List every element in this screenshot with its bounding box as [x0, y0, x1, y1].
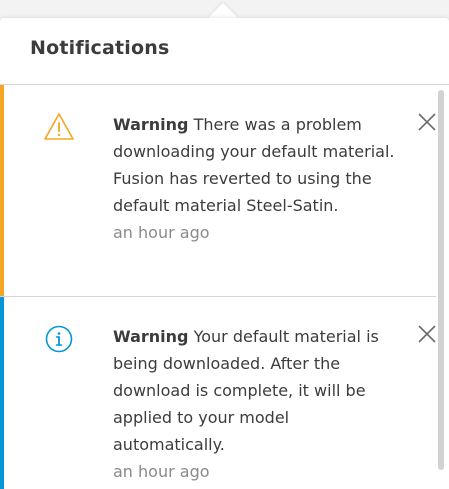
notification-message: Your default material is being downloade…: [113, 327, 379, 454]
notification-item-info: Warning Your default material is being d…: [0, 297, 436, 489]
warning-accent-bar: [0, 85, 4, 296]
notifications-header: Notifications: [0, 18, 449, 85]
info-circle-icon: [43, 323, 75, 355]
info-accent-bar: [0, 297, 4, 489]
notification-list[interactable]: Warning There was a problem downloading …: [0, 85, 449, 489]
notification-label: Warning: [113, 327, 189, 346]
warning-triangle-icon: [43, 111, 75, 143]
notification-content: Warning There was a problem downloading …: [113, 111, 403, 246]
notification-label: Warning: [113, 115, 189, 134]
notification-item-warning: Warning There was a problem downloading …: [0, 85, 436, 297]
close-icon[interactable]: [417, 324, 437, 344]
notification-time: an hour ago: [113, 223, 210, 242]
scrollbar[interactable]: [438, 90, 444, 470]
close-icon[interactable]: [417, 112, 437, 132]
notification-time: an hour ago: [113, 462, 210, 481]
notification-content: Warning Your default material is being d…: [113, 323, 403, 485]
page-title: Notifications: [30, 37, 170, 59]
